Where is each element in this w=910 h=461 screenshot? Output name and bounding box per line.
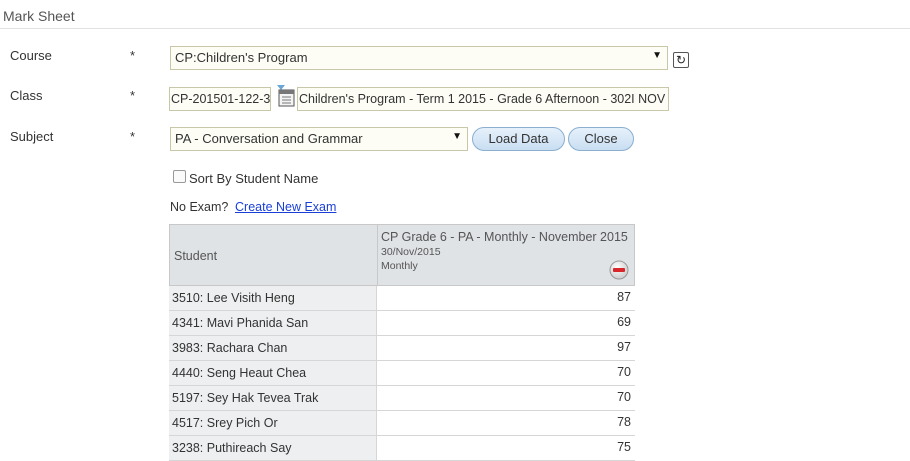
load-data-button[interactable]: Load Data <box>472 127 565 151</box>
exam-title: CP Grade 6 - PA - Monthly - November 201… <box>381 230 628 244</box>
chevron-down-icon: ▼ <box>452 131 462 142</box>
course-select[interactable]: CP:Children's Program ▼ <box>170 46 668 70</box>
student-name: 4341: Mavi Phanida San <box>172 316 309 330</box>
mark-input[interactable]: 78 <box>376 411 635 435</box>
student-name: 4440: Seng Heaut Chea <box>172 366 307 380</box>
lookup-icon[interactable] <box>277 85 296 107</box>
table-row: 3510: Lee Visith Heng 87 <box>169 286 635 311</box>
table-row: 4517: Srey Pich Or 78 <box>169 411 635 436</box>
mark-value: 78 <box>617 415 631 429</box>
exam-date: 30/Nov/2015 <box>381 246 441 258</box>
mark-value: 69 <box>617 315 631 329</box>
title-bar: Mark Sheet <box>0 0 910 29</box>
table-row: 3983: Rachara Chan 97 <box>169 336 635 361</box>
page-title: Mark Sheet <box>3 8 75 24</box>
mark-value: 75 <box>617 440 631 454</box>
mark-input[interactable]: 69 <box>376 311 635 335</box>
exam-type: Monthly <box>381 260 418 272</box>
mark-value: 70 <box>617 365 631 379</box>
course-select-value: CP:Children's Program <box>175 50 308 65</box>
student-name: 3510: Lee Visith Heng <box>172 291 295 305</box>
class-code-field[interactable]: CP-201501-122-3 <box>169 87 271 111</box>
sort-by-name-label[interactable]: Sort By Student Name <box>189 171 318 186</box>
subject-select[interactable]: PA - Conversation and Grammar ▼ <box>170 127 468 151</box>
subject-label: Subject <box>10 129 54 144</box>
table-row: 3238: Puthireach Say 75 <box>169 436 635 461</box>
mark-input[interactable]: 75 <box>376 436 635 460</box>
class-required-marker: * <box>130 88 136 103</box>
mark-input[interactable]: 97 <box>376 336 635 360</box>
mark-input[interactable]: 70 <box>376 361 635 385</box>
course-label: Course <box>10 48 52 63</box>
course-required-marker: * <box>130 48 136 63</box>
student-column-header[interactable]: Student <box>174 249 217 263</box>
table-row: 4341: Mavi Phanida San 69 <box>169 311 635 336</box>
class-label: Class <box>10 88 43 103</box>
chevron-down-icon: ▼ <box>652 50 662 61</box>
mark-value: 87 <box>617 290 631 304</box>
table-row: 4440: Seng Heaut Chea 70 <box>169 361 635 386</box>
header-divider <box>377 225 378 287</box>
class-name-field[interactable]: Children's Program - Term 1 2015 - Grade… <box>297 87 669 111</box>
remove-icon[interactable] <box>609 260 629 280</box>
create-new-exam-link[interactable]: Create New Exam <box>235 200 336 214</box>
student-name: 3983: Rachara Chan <box>172 341 288 355</box>
student-name: 3238: Puthireach Say <box>172 441 292 455</box>
sort-by-name-checkbox[interactable] <box>173 170 186 183</box>
no-exam-text: No Exam? <box>170 200 229 214</box>
mark-input[interactable]: 70 <box>376 386 635 410</box>
subject-required-marker: * <box>130 129 136 144</box>
mark-value: 70 <box>617 390 631 404</box>
mark-input[interactable]: 87 <box>376 286 635 310</box>
grid-header: Student CP Grade 6 - PA - Monthly - Nove… <box>169 224 635 287</box>
table-row: 5197: Sey Hak Tevea Trak 70 <box>169 386 635 411</box>
close-button[interactable]: Close <box>568 127 634 151</box>
subject-select-value: PA - Conversation and Grammar <box>175 131 363 146</box>
student-name: 4517: Srey Pich Or <box>172 416 278 430</box>
student-name: 5197: Sey Hak Tevea Trak <box>172 391 319 405</box>
refresh-icon[interactable]: ↻ <box>673 52 689 68</box>
mark-value: 97 <box>617 340 631 354</box>
